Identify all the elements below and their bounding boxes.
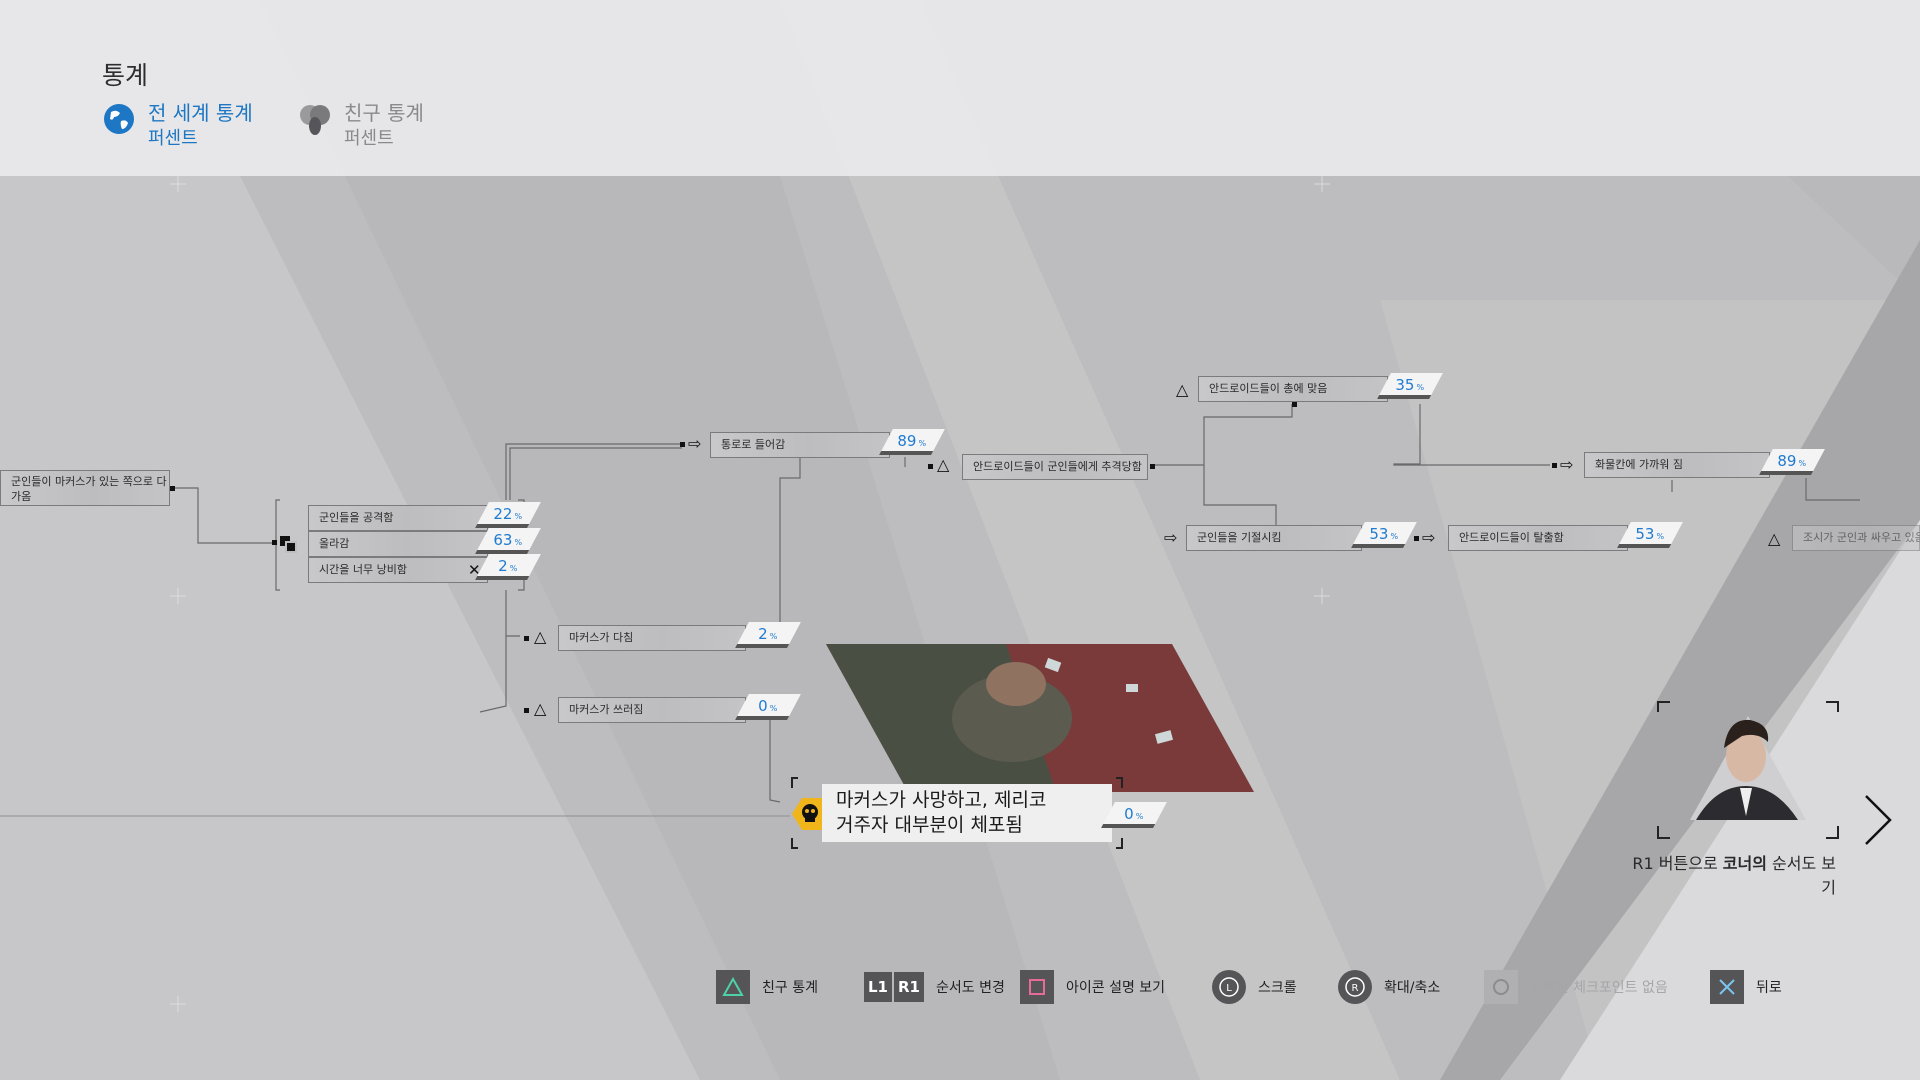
node-enter-passage-label: 통로로 들어감	[710, 432, 890, 458]
percent-badge: 53%	[1617, 522, 1683, 548]
arrow-icon: ⇨	[1164, 528, 1178, 547]
connector-dot	[1552, 463, 1557, 468]
connector-dot	[170, 486, 175, 491]
control-friend-stats-label: 친구 통계	[762, 980, 818, 996]
node-stun-soldiers[interactable]: 군인들을 기절시킴 53%	[1186, 522, 1417, 551]
percent-badge: 2%	[735, 622, 801, 648]
control-change-flowchart[interactable]: L1 R1 순서도 변경	[864, 968, 1005, 1006]
percent-badge: 63%	[475, 528, 541, 554]
triangle-icon: △	[534, 627, 547, 646]
control-back-label: 뒤로	[1756, 980, 1782, 996]
control-icon-legend-label: 아이콘 설명 보기	[1066, 980, 1166, 996]
percent-badge: 0%	[735, 694, 801, 720]
right-stick-icon: R	[1338, 970, 1372, 1004]
circle-button-icon	[1484, 970, 1518, 1004]
node-soldiers-approach[interactable]: 군인들이 마커스가 있는 쪽으로 다가옴	[0, 470, 170, 506]
connector-dot	[928, 464, 933, 469]
triangle-icon: △	[534, 699, 547, 718]
node-androids-shot[interactable]: 안드로이드들이 총에 맞음 35%	[1198, 373, 1443, 402]
locked-x-icon: ✕	[468, 561, 481, 579]
control-change-flowchart-label: 순서도 변경	[936, 980, 1005, 996]
percent-badge: 35%	[1377, 373, 1443, 399]
triangle-button-icon	[716, 970, 750, 1004]
control-zoom[interactable]: R 확대/축소	[1338, 968, 1440, 1006]
control-friend-stats[interactable]: 친구 통계	[716, 968, 818, 1006]
connor-flowchart-hint: R1 버튼으로 코너의 순서도 보기	[1632, 854, 1836, 897]
node-androids-shot-label: 안드로이드들이 총에 맞음	[1198, 376, 1388, 402]
choice-icon	[280, 536, 297, 553]
node-androids-escape-label: 안드로이드들이 탈출함	[1448, 525, 1628, 551]
control-zoom-label: 확대/축소	[1384, 980, 1441, 996]
node-stun-soldiers-label: 군인들을 기절시킴	[1186, 525, 1362, 551]
node-choice-wasted-time[interactable]: 시간을 너무 낭비함 2% ✕	[308, 554, 541, 583]
node-josh-fighting[interactable]: 조시가 군인과 싸우고 있음	[1792, 525, 1920, 551]
node-androids-pursued-label: 안드로이드들이 군인들에게 추격당함	[962, 454, 1148, 480]
control-scroll[interactable]: L 스크롤	[1212, 968, 1297, 1006]
arrow-icon: ⇨	[1560, 455, 1574, 474]
arrow-icon: ⇨	[688, 434, 702, 453]
node-marcus-fell[interactable]: 마커스가 쓰러짐 0%	[558, 694, 801, 723]
node-near-cargo[interactable]: 화물칸에 가까워 짐 89%	[1584, 449, 1825, 478]
node-enter-passage[interactable]: 통로로 들어감 89%	[710, 429, 945, 458]
percent-badge: 22%	[475, 502, 541, 528]
connector-dot	[272, 540, 277, 545]
connector-dot	[524, 708, 529, 713]
connector-dot	[680, 442, 685, 447]
triangle-icon: △	[1176, 380, 1189, 399]
triangle-icon: △	[937, 455, 950, 474]
square-button-icon	[1020, 970, 1054, 1004]
node-choice-wasted-time-label: 시간을 너무 낭비함	[308, 557, 488, 583]
percent-badge: 53%	[1351, 522, 1417, 548]
connor-portrait[interactable]	[1656, 700, 1840, 840]
svg-text:R: R	[1352, 983, 1359, 994]
percent-badge: 89%	[879, 429, 945, 455]
connector-dot	[524, 636, 529, 641]
node-marcus-hurt-label: 마커스가 다침	[558, 625, 746, 651]
connector-dot	[1150, 464, 1155, 469]
control-no-checkpoint: 선택된 체크포인트 없음	[1484, 968, 1668, 1006]
percent-badge: 89%	[1759, 449, 1825, 475]
node-josh-fighting-label: 조시가 군인과 싸우고 있음	[1792, 525, 1920, 551]
node-marcus-fell-label: 마커스가 쓰러짐	[558, 697, 746, 723]
connector-dot	[1292, 402, 1297, 407]
node-choice-attack-label: 군인들을 공격함	[308, 505, 488, 531]
node-soldiers-approach-label: 군인들이 마커스가 있는 쪽으로 다가옴	[0, 470, 170, 506]
cross-button-icon	[1710, 970, 1744, 1004]
ending-scene-image	[826, 644, 1254, 792]
control-no-checkpoint-label: 선택된 체크포인트 없음	[1530, 980, 1668, 996]
arrow-icon: ⇨	[1422, 528, 1436, 547]
connector-dot	[1414, 536, 1419, 541]
node-near-cargo-label: 화물칸에 가까워 짐	[1584, 452, 1770, 478]
control-back[interactable]: 뒤로	[1710, 968, 1782, 1006]
selection-brackets	[791, 777, 1123, 849]
node-androids-escape[interactable]: 안드로이드들이 탈출함 53%	[1448, 522, 1683, 551]
node-androids-pursued[interactable]: 안드로이드들이 군인들에게 추격당함	[962, 454, 1152, 480]
chevron-right-icon[interactable]	[1862, 792, 1894, 848]
percent-badge: 2%	[475, 554, 541, 580]
node-marcus-hurt[interactable]: 마커스가 다침 2%	[558, 622, 801, 651]
control-scroll-label: 스크롤	[1258, 980, 1297, 996]
control-icon-legend[interactable]: 아이콘 설명 보기	[1020, 968, 1165, 1006]
svg-text:L: L	[1226, 983, 1232, 994]
l1-r1-buttons-icon: L1 R1	[864, 972, 924, 1002]
left-stick-icon: L	[1212, 970, 1246, 1004]
triangle-icon: △	[1768, 529, 1781, 548]
node-choice-climb-label: 올라감	[308, 531, 488, 557]
